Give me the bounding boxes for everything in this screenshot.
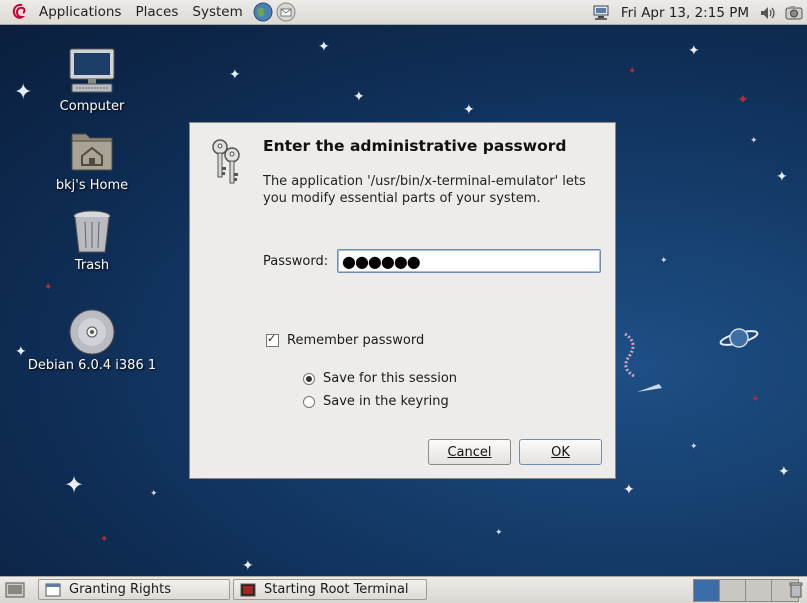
- taskbar-item-label: Granting Rights: [69, 582, 171, 597]
- screenshot-applet-icon[interactable]: [784, 4, 804, 22]
- keys-icon: [212, 139, 240, 184]
- taskbar-item-granting-rights[interactable]: Granting Rights: [38, 579, 230, 600]
- debian-logo-icon[interactable]: [10, 2, 30, 22]
- desktop-icon-label: Trash: [74, 258, 110, 273]
- dialog-description: The application '/usr/bin/x-terminal-emu…: [263, 174, 586, 206]
- password-label: Password:: [263, 254, 329, 269]
- radio-label: Save for this session: [323, 371, 458, 386]
- desktop-icon-computer[interactable]: Computer: [27, 45, 157, 114]
- cancel-button[interactable]: Cancel: [428, 439, 511, 465]
- desktop-icon-home[interactable]: bkj's Home: [27, 126, 157, 193]
- star-decoration: ✦: [64, 471, 85, 499]
- star-decoration: ✦: [150, 489, 158, 499]
- bottom-panel: Granting Rights Starting Root Terminal: [0, 576, 807, 603]
- places-menu[interactable]: Places: [128, 4, 185, 20]
- star-decoration: ✦: [242, 558, 254, 574]
- terminal-icon: [240, 583, 256, 596]
- ok-button-label: OK: [551, 444, 570, 460]
- star-decoration: ✦: [463, 102, 475, 118]
- dialog-title: Enter the administrative password: [263, 137, 567, 155]
- desktop-icon-trash[interactable]: Trash: [27, 208, 157, 273]
- comet-decoration-icon: [637, 384, 662, 392]
- remember-password-label: Remember password: [287, 333, 425, 348]
- password-input[interactable]: [337, 249, 601, 273]
- system-menu[interactable]: System: [185, 4, 249, 20]
- show-desktop-icon[interactable]: [5, 581, 25, 599]
- planet-decoration-icon: [719, 328, 759, 348]
- star-decoration: ✦: [623, 482, 635, 498]
- star-decoration: ✦: [778, 464, 790, 480]
- network-icon[interactable]: [592, 4, 612, 22]
- trash-applet-icon[interactable]: [788, 581, 804, 599]
- radio-save-session[interactable]: Save for this session: [303, 371, 457, 386]
- star-decoration: ✦: [751, 394, 760, 405]
- cdrom-icon: [69, 309, 115, 355]
- star-decoration: ✦: [44, 282, 53, 293]
- workspace-2[interactable]: [720, 580, 746, 601]
- desktop-icon-label: Computer: [59, 99, 125, 114]
- taskbar-item-root-terminal[interactable]: Starting Root Terminal: [233, 579, 427, 600]
- star-decoration: ✦: [15, 344, 27, 360]
- workspace-3[interactable]: [746, 580, 772, 601]
- top-panel: Applications Places System Fri Apr 13, 2…: [0, 0, 807, 25]
- system-tray: Fri Apr 13, 2:15 PM: [589, 0, 807, 25]
- web-browser-launcher-icon[interactable]: [253, 2, 273, 22]
- taskbar-item-label: Starting Root Terminal: [264, 582, 409, 597]
- mail-launcher-icon[interactable]: [276, 2, 296, 22]
- star-decoration: ✦: [628, 66, 637, 77]
- star-decoration: ✦: [776, 169, 788, 185]
- desktop-icon-cdrom[interactable]: Debian 6.0.4 i386 1: [27, 308, 157, 373]
- admin-password-dialog: Enter the administrative password The ap…: [189, 122, 616, 479]
- radio-label: Save in the keyring: [323, 394, 449, 409]
- cancel-button-label: Cancel: [447, 444, 492, 460]
- radio-button-selected[interactable]: [303, 372, 315, 385]
- applications-menu[interactable]: Applications: [32, 4, 128, 20]
- desktop-icon-label: bkj's Home: [55, 178, 129, 193]
- volume-icon[interactable]: [758, 4, 778, 22]
- radio-save-keyring[interactable]: Save in the keyring: [303, 394, 449, 409]
- star-decoration: ✦: [353, 89, 365, 105]
- trash-icon: [73, 210, 111, 253]
- star-decoration: ✦: [318, 39, 330, 55]
- star-decoration: ✦: [688, 43, 700, 59]
- remember-password-checkbox-row[interactable]: Remember password: [266, 332, 425, 348]
- radio-button[interactable]: [303, 395, 315, 408]
- star-decoration: ✦: [690, 442, 698, 452]
- star-decoration: ✦: [737, 92, 749, 108]
- workspace-switcher[interactable]: [693, 579, 799, 602]
- home-folder-icon: [71, 133, 113, 171]
- star-decoration: ✦: [100, 534, 109, 545]
- workspace-1[interactable]: [694, 580, 720, 601]
- ok-button[interactable]: OK: [519, 439, 602, 465]
- computer-icon: [69, 48, 115, 93]
- desktop-icon-label: Debian 6.0.4 i386 1: [27, 358, 157, 373]
- star-decoration: ✦: [660, 256, 668, 266]
- star-decoration: ✦: [229, 67, 241, 83]
- star-decoration: ✦: [495, 528, 503, 538]
- window-icon: [45, 583, 61, 596]
- clock[interactable]: Fri Apr 13, 2:15 PM: [621, 5, 749, 21]
- star-decoration: ✦: [750, 136, 758, 146]
- remember-password-checkbox[interactable]: [266, 332, 279, 347]
